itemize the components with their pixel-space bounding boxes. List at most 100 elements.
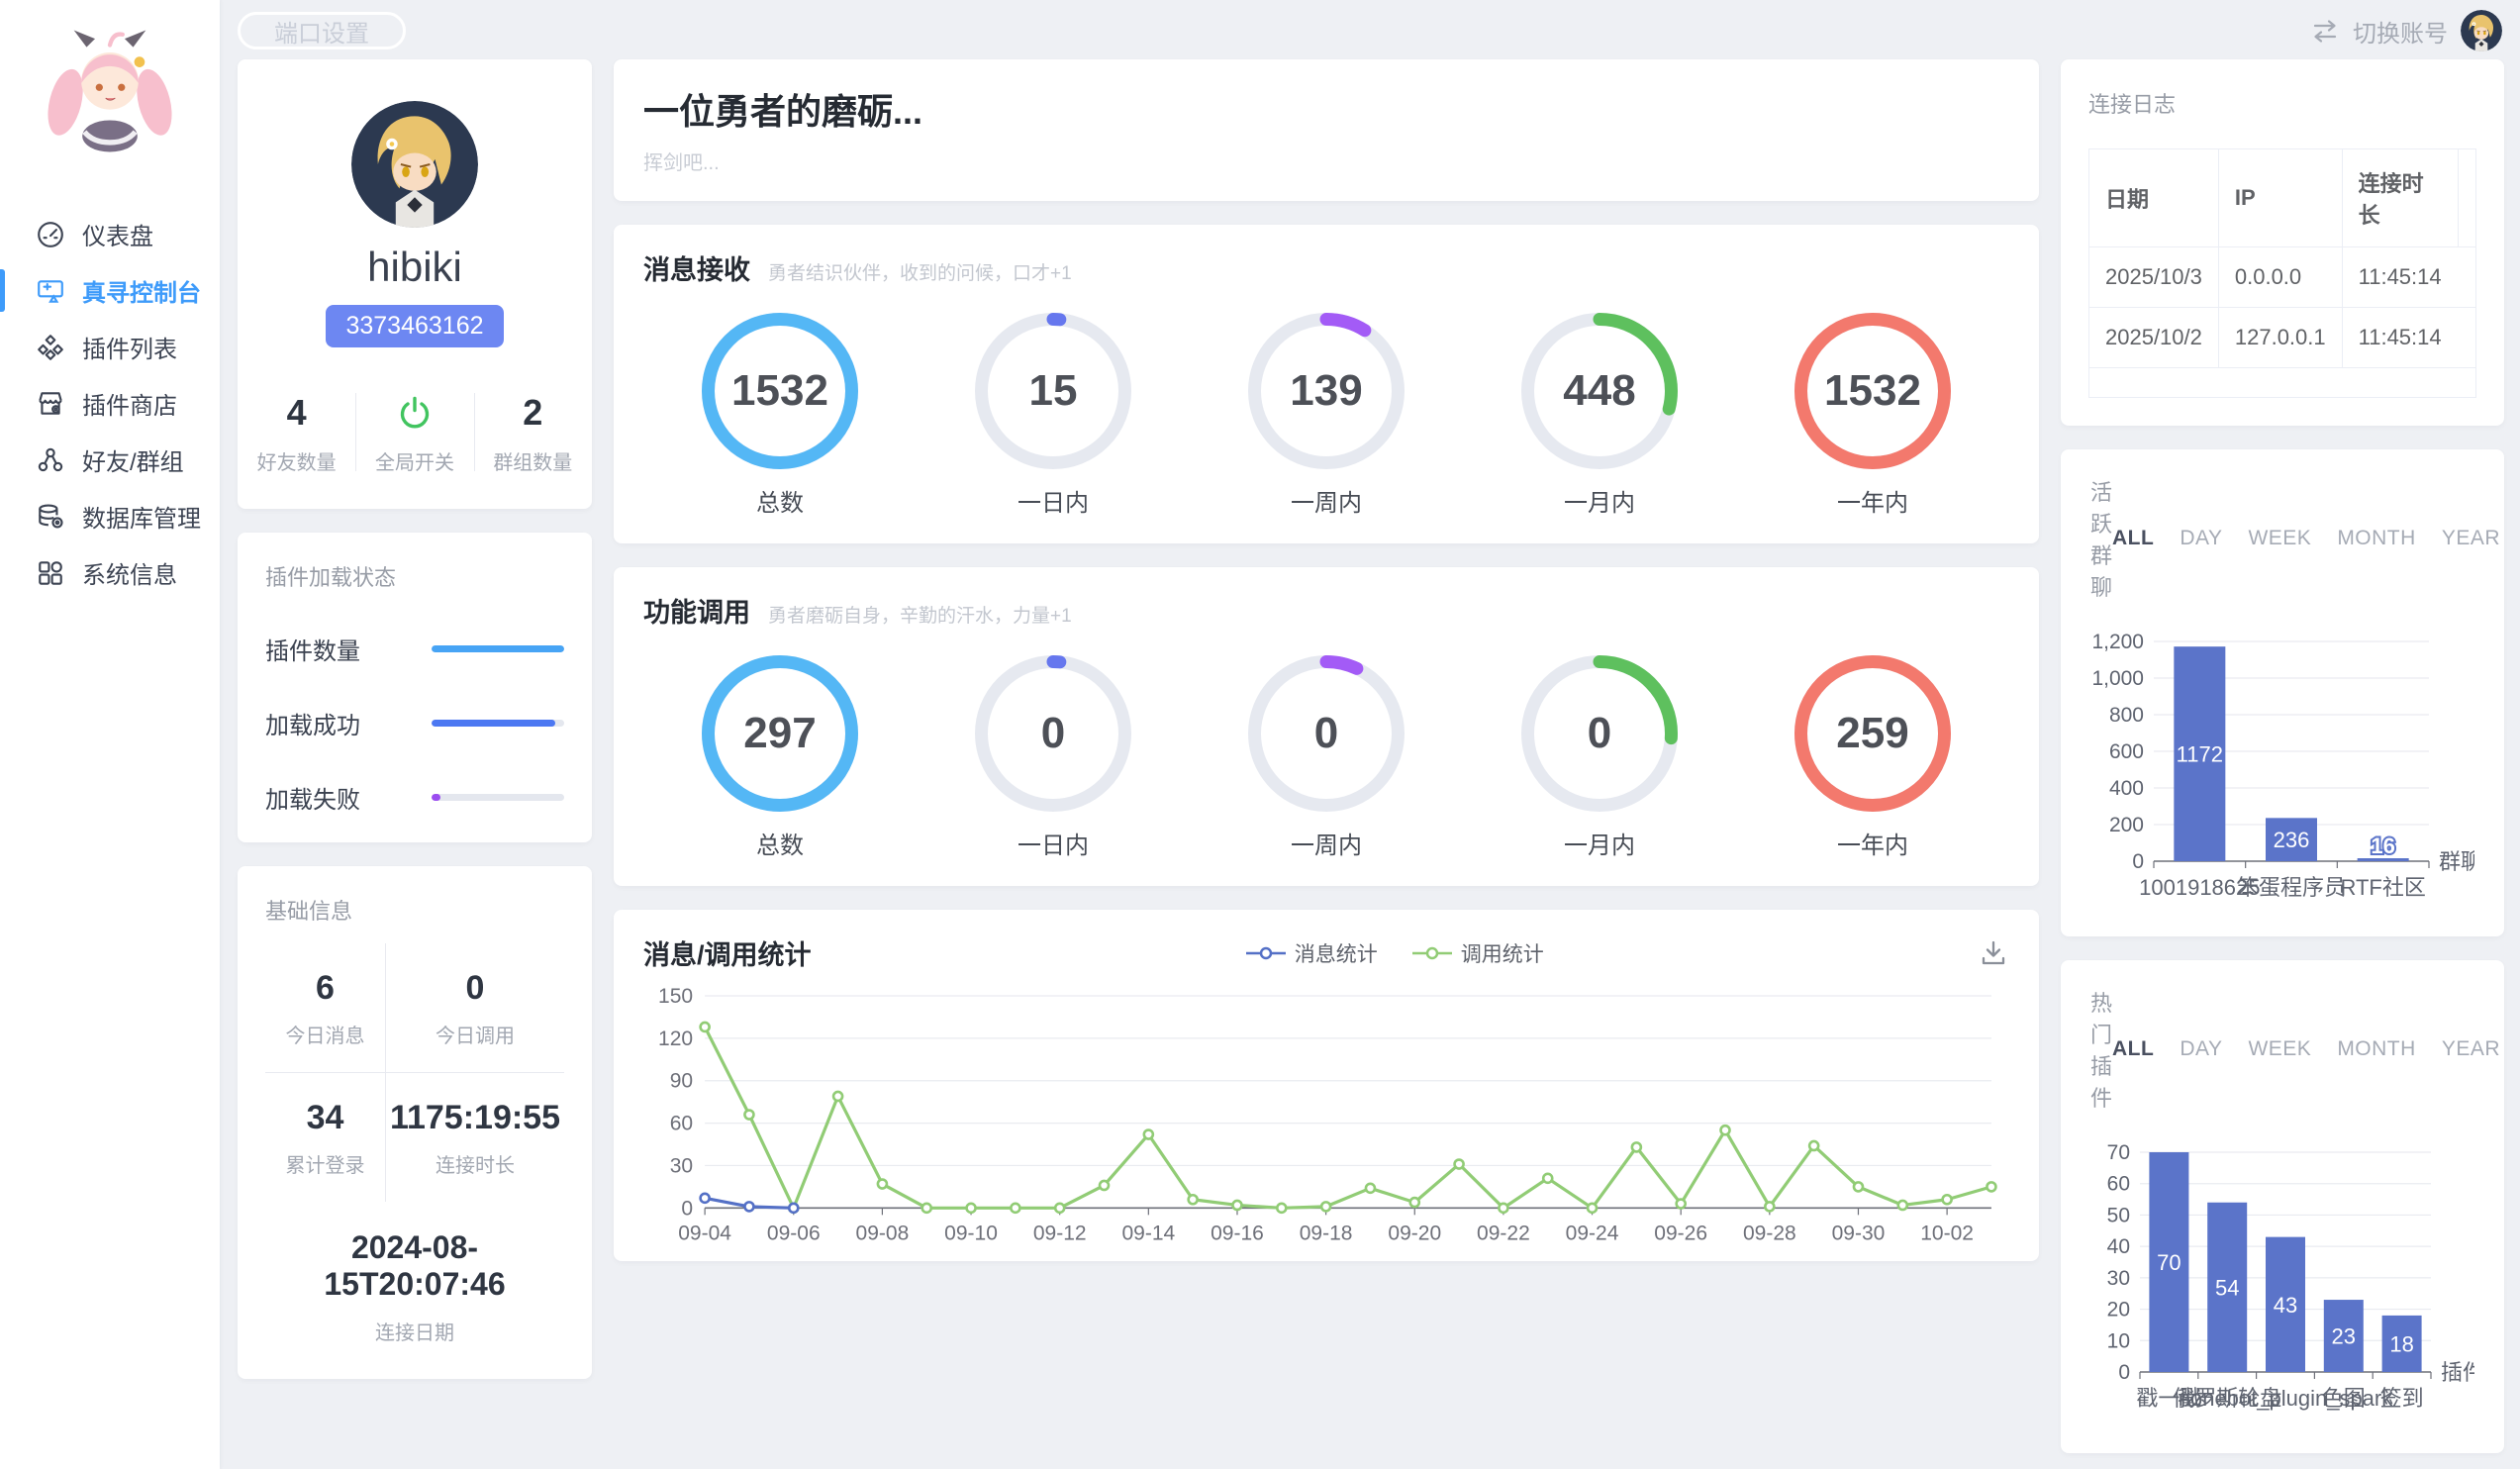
svg-text:09-26: 09-26	[1654, 1222, 1707, 1244]
svg-text:70: 70	[2157, 1250, 2181, 1275]
grid-icon	[36, 558, 65, 588]
topbar: 端口设置 切换账号	[238, 8, 2504, 53]
main-area: 端口设置 切换账号 hibiki 3373463162 4 好友数量	[220, 0, 2520, 1469]
sidebar-item-database[interactable]: 数据库管理	[0, 488, 220, 544]
connection-log-table: 日期 IP 连接时长 2025/10/3 0.0.0.0	[2088, 148, 2476, 398]
range-tabs: ALL DAY WEEK MONTH YEAR	[2112, 527, 2500, 550]
hot-plugins-card: 热门插件 ALL DAY WEEK MONTH YEAR 01020304050…	[2061, 960, 2504, 1453]
page-subtitle: 挥剑吧...	[643, 147, 2009, 175]
progress-row: 加载成功	[265, 706, 564, 740]
svg-text:30: 30	[670, 1154, 693, 1177]
sidebar-item-dashboard[interactable]: 仪表盘	[0, 206, 220, 262]
svg-text:200: 200	[2109, 814, 2144, 836]
svg-text:09-24: 09-24	[1566, 1222, 1619, 1244]
tab-all[interactable]: ALL	[2112, 1037, 2154, 1061]
sidebar-item-friends-groups[interactable]: 好友/群组	[0, 432, 220, 488]
tab-year[interactable]: YEAR	[2442, 1037, 2500, 1061]
svg-text:1,200: 1,200	[2091, 631, 2144, 653]
load-success-progress	[432, 720, 564, 727]
plugins-icon	[36, 333, 65, 362]
sidebar-item-label: 好友/群组	[82, 442, 184, 477]
progress-row: 加载失败	[265, 780, 564, 815]
sidebar-nav: 仪表盘 真寻控制台 插件列表 插件商店	[0, 206, 220, 601]
switch-account[interactable]: 切换账号	[2310, 10, 2502, 51]
progress-row: 插件数量	[265, 632, 564, 666]
download-icon[interactable]	[1978, 937, 2009, 969]
sidebar-item-system-info[interactable]: 系统信息	[0, 544, 220, 601]
svg-text:1172: 1172	[2177, 742, 2223, 767]
page-title: 一位勇者的磨砺...	[643, 83, 2009, 135]
stat-ring-day: 15 一日内	[959, 313, 1147, 518]
store-icon	[36, 389, 65, 419]
section-subtitle: 勇者结识伙伴，收到的问候，口才+1	[768, 258, 1072, 285]
range-tabs: ALL DAY WEEK MONTH YEAR	[2112, 1037, 2500, 1061]
svg-text:16: 16	[2371, 833, 2394, 858]
friends-stat: 4 好友数量	[238, 389, 355, 475]
connect-date: 2024-08-15T20:07:46 连接日期	[265, 1229, 564, 1345]
tab-week[interactable]: WEEK	[2248, 527, 2311, 550]
sidebar-item-plugin-store[interactable]: 插件商店	[0, 375, 220, 432]
active-groups-title: 活跃群聊	[2090, 475, 2112, 602]
stat-ring-total: 1532 总数	[686, 313, 874, 518]
basic-info-title: 基础信息	[265, 894, 564, 926]
power-icon[interactable]	[395, 389, 435, 437]
sidebar-item-plugin-list[interactable]: 插件列表	[0, 319, 220, 375]
message-rings: 1532 总数 15 一日内 139 一周内 448	[643, 313, 2009, 518]
sidebar-item-console[interactable]: 真寻控制台	[0, 262, 220, 319]
svg-text:18: 18	[2389, 1331, 2413, 1356]
tab-month[interactable]: MONTH	[2337, 1037, 2416, 1061]
switch-account-label: 切换账号	[2353, 14, 2448, 49]
right-column: 连接日志 日期 IP 连接时长	[2061, 59, 2504, 1453]
sidebar-item-label: 插件列表	[82, 330, 177, 364]
svg-text:09-06: 09-06	[767, 1222, 821, 1244]
groups-stat: 2 群组数量	[474, 389, 592, 475]
svg-text:09-04: 09-04	[678, 1222, 731, 1244]
tab-day[interactable]: DAY	[2180, 527, 2222, 550]
tab-week[interactable]: WEEK	[2248, 1037, 2311, 1061]
svg-text:150: 150	[658, 985, 693, 1008]
line-chart: 030609012015009-0409-0609-0809-1009-1209…	[643, 982, 2009, 1247]
legend-marker-icon	[1411, 946, 1453, 960]
legend-message-series[interactable]: 消息统计	[1245, 938, 1378, 968]
tab-month[interactable]: MONTH	[2337, 527, 2416, 550]
svg-text:800: 800	[2109, 704, 2144, 727]
sidebar-item-label: 数据库管理	[82, 499, 201, 534]
svg-text:09-10: 09-10	[944, 1222, 998, 1244]
basic-info-card: 基础信息 6 今日消息 0 今日调用 34 累计登录	[238, 866, 592, 1379]
svg-text:09-18: 09-18	[1300, 1222, 1353, 1244]
svg-text:10-02: 10-02	[1920, 1222, 1974, 1244]
hot-plugins-chart: 01020304050607070戳一戳54俄罗斯轮盘43nonebot_plu…	[2090, 1126, 2474, 1433]
svg-text:09-12: 09-12	[1033, 1222, 1087, 1244]
bot-avatar	[351, 101, 478, 228]
tab-year[interactable]: YEAR	[2442, 527, 2500, 550]
port-settings-button[interactable]: 端口设置	[238, 12, 406, 49]
line-chart-card: 消息/调用统计 消息统计 调用统计	[614, 910, 2039, 1261]
legend-call-series[interactable]: 调用统计	[1411, 938, 1544, 968]
legend-marker-icon	[1245, 946, 1287, 960]
left-column: hibiki 3373463162 4 好友数量 全局开关	[238, 59, 592, 1453]
account-avatar[interactable]	[2461, 10, 2502, 51]
hot-plugins-title: 热门插件	[2090, 986, 2112, 1113]
svg-text:90: 90	[670, 1070, 693, 1093]
stat-ring-month: 0 一月内	[1505, 655, 1694, 860]
svg-text:236: 236	[2274, 828, 2310, 852]
section-subtitle: 勇者磨砺自身，辛勤的汗水，力量+1	[768, 601, 1072, 628]
tab-all[interactable]: ALL	[2112, 527, 2154, 550]
global-switch[interactable]: 全局开关	[355, 389, 473, 475]
plugin-status-card: 插件加载状态 插件数量 加载成功 加载失败	[238, 533, 592, 842]
load-fail-progress	[432, 794, 564, 801]
svg-text:RTF社区: RTF社区	[2340, 875, 2425, 900]
tab-day[interactable]: DAY	[2180, 1037, 2222, 1061]
stat-ring-year: 259 一年内	[1779, 655, 1967, 860]
svg-text:09-22: 09-22	[1477, 1222, 1530, 1244]
svg-text:09-28: 09-28	[1743, 1222, 1796, 1244]
bot-uid-badge: 3373463162	[326, 305, 503, 347]
svg-text:09-08: 09-08	[856, 1222, 910, 1244]
hero-card: 一位勇者的磨砺... 挥剑吧...	[614, 59, 2039, 201]
app-root: 仪表盘 真寻控制台 插件列表 插件商店	[0, 0, 2520, 1469]
plugin-status-title: 插件加载状态	[265, 560, 564, 592]
chart-legend: 消息统计 调用统计	[812, 938, 1978, 968]
svg-text:600: 600	[2109, 740, 2144, 763]
sidebar-item-label: 仪表盘	[82, 217, 153, 251]
middle-column: 一位勇者的磨砺... 挥剑吧... 消息接收 勇者结识伙伴，收到的问候，口才+1…	[614, 59, 2039, 1453]
